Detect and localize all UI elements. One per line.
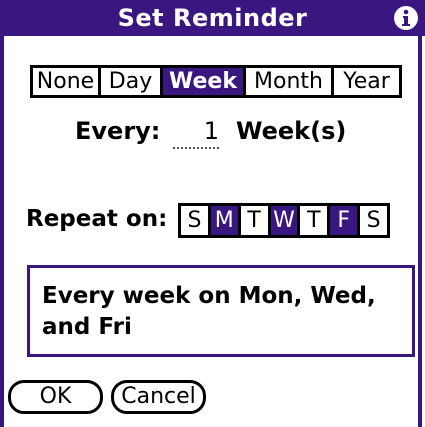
frequency-week[interactable]: Week <box>163 68 246 95</box>
repeat-on-label: Repeat on: <box>26 206 168 232</box>
day-sunday[interactable]: S <box>181 206 211 235</box>
every-unit-label: Week(s) <box>236 117 347 145</box>
day-monday[interactable]: M <box>210 206 241 235</box>
every-row: Every: 1 Week(s) <box>0 117 425 151</box>
frequency-none[interactable]: None <box>33 68 101 95</box>
day-thursday[interactable]: T <box>300 206 331 235</box>
frequency-year[interactable]: Year <box>334 68 399 95</box>
cancel-button[interactable]: Cancel <box>111 380 206 414</box>
day-tuesday[interactable]: T <box>241 206 271 235</box>
repeat-summary-text: Every week on Mon, Wed, and Fri <box>42 283 376 340</box>
every-interval-field[interactable]: 1 <box>173 117 219 149</box>
frequency-selector: None Day Week Month Year <box>30 65 402 98</box>
day-friday[interactable]: F <box>330 206 361 235</box>
info-icon[interactable] <box>393 5 419 31</box>
day-saturday[interactable]: S <box>360 206 387 235</box>
title-bar: Set Reminder <box>0 0 425 36</box>
frame-right-border <box>418 36 422 427</box>
day-wednesday[interactable]: W <box>270 206 301 235</box>
repeat-summary: Every week on Mon, Wed, and Fri <box>27 265 415 357</box>
frequency-month[interactable]: Month <box>246 68 334 95</box>
weekday-selector: S M T W T F S <box>178 203 390 238</box>
ok-button[interactable]: OK <box>8 380 103 414</box>
frame-left-border <box>0 0 4 427</box>
every-label: Every: <box>75 117 161 145</box>
dialog-title: Set Reminder <box>117 4 308 32</box>
frequency-day[interactable]: Day <box>101 68 163 95</box>
